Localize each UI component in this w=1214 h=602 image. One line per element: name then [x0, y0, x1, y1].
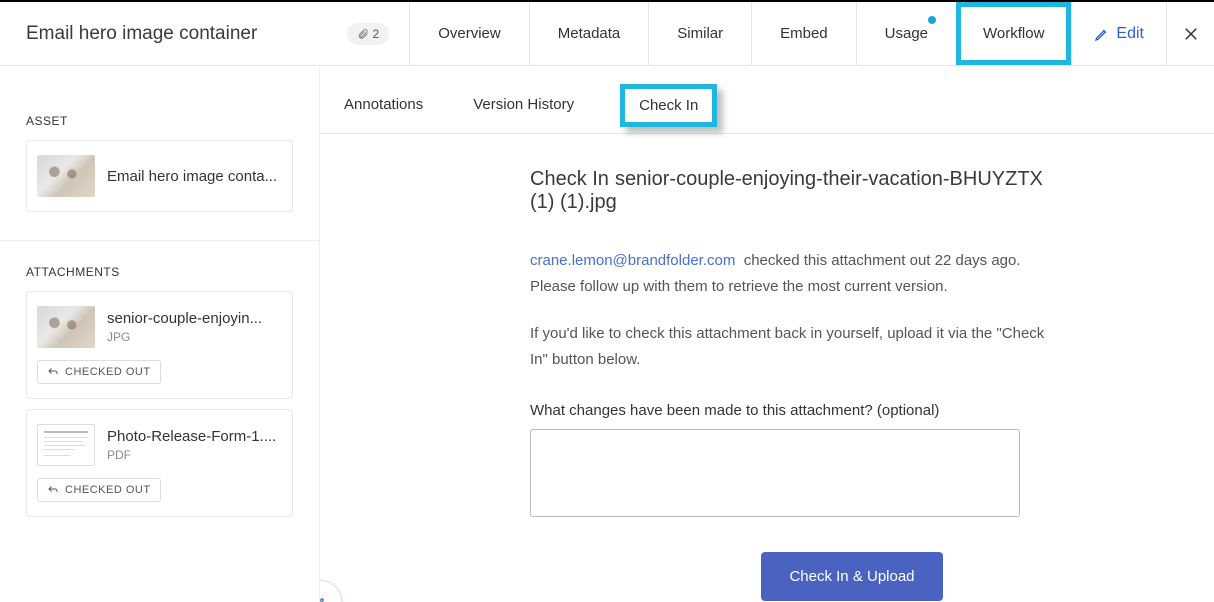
attachment-title: senior-couple-enjoyin...	[107, 310, 282, 327]
tab-similar[interactable]: Similar	[648, 2, 751, 65]
checkin-upload-button[interactable]: Check In & Upload	[761, 552, 942, 601]
main-panel: Annotations Version History Check In Che…	[320, 66, 1214, 602]
asset-title: Email hero image conta...	[107, 168, 282, 185]
checkout-arrow-icon	[47, 366, 59, 378]
changes-textarea[interactable]	[530, 429, 1020, 517]
attachment-type: PDF	[107, 448, 282, 462]
divider	[0, 240, 319, 241]
checkin-label: Check In	[530, 168, 609, 190]
subtab-annotations[interactable]: Annotations	[340, 90, 427, 133]
header-tabs: Overview Metadata Similar Embed Usage Wo…	[409, 2, 1214, 65]
attachments-section-label: ATTACHMENTS	[0, 247, 319, 291]
attachment-title: Photo-Release-Form-1....	[107, 428, 282, 445]
attachment-card[interactable]: senior-couple-enjoyin... JPG CHECKED OUT	[26, 291, 293, 399]
asset-card[interactable]: Email hero image conta...	[26, 140, 293, 212]
tab-metadata[interactable]: Metadata	[529, 2, 649, 65]
workflow-subtabs: Annotations Version History Check In	[320, 66, 1214, 134]
edit-button[interactable]: Edit	[1071, 2, 1166, 65]
checked-out-badge: CHECKED OUT	[37, 360, 161, 384]
checkin-heading: Check In senior-couple-enjoying-their-va…	[530, 168, 1050, 214]
checkin-panel: Check In senior-couple-enjoying-their-va…	[320, 134, 1214, 602]
tab-usage[interactable]: Usage	[856, 2, 956, 65]
attachment-count: 2	[373, 27, 380, 41]
close-icon	[1182, 25, 1200, 43]
attachment-thumbnail	[37, 306, 95, 348]
tab-overview[interactable]: Overview	[409, 2, 529, 65]
attachment-thumbnail	[37, 424, 95, 466]
checkin-instruction: If you'd like to check this attachment b…	[530, 321, 1050, 372]
subtab-version-history[interactable]: Version History	[469, 90, 578, 133]
tab-usage-label: Usage	[885, 25, 928, 42]
subtab-check-in[interactable]: Check In	[620, 84, 717, 127]
attachment-count-pill[interactable]: 2	[347, 23, 390, 45]
asset-thumbnail	[37, 155, 95, 197]
edit-label: Edit	[1116, 25, 1144, 43]
app-header: Email hero image container 2 Overview Me…	[0, 2, 1214, 66]
pencil-icon	[320, 594, 328, 602]
attachment-card[interactable]: Photo-Release-Form-1.... PDF CHECKED OUT	[26, 409, 293, 517]
asset-section-label: ASSET	[0, 96, 319, 140]
changes-field-label: What changes have been made to this atta…	[530, 402, 1174, 419]
tab-embed[interactable]: Embed	[751, 2, 856, 65]
tab-workflow[interactable]: Workflow	[956, 2, 1071, 65]
checkout-info-paragraph: crane.lemon@brandfolder.com checked this…	[530, 248, 1050, 299]
close-button[interactable]	[1166, 2, 1214, 65]
checkout-user-email[interactable]: crane.lemon@brandfolder.com	[530, 252, 735, 269]
sidebar: ASSET Email hero image conta... ATTACHME…	[0, 66, 320, 602]
checkout-arrow-icon	[47, 484, 59, 496]
pencil-icon	[1094, 26, 1110, 42]
page-title: Email hero image container	[26, 23, 257, 45]
attachment-type: JPG	[107, 330, 282, 344]
checked-out-badge: CHECKED OUT	[37, 478, 161, 502]
paperclip-icon	[357, 28, 369, 40]
notification-dot-icon	[928, 16, 936, 24]
